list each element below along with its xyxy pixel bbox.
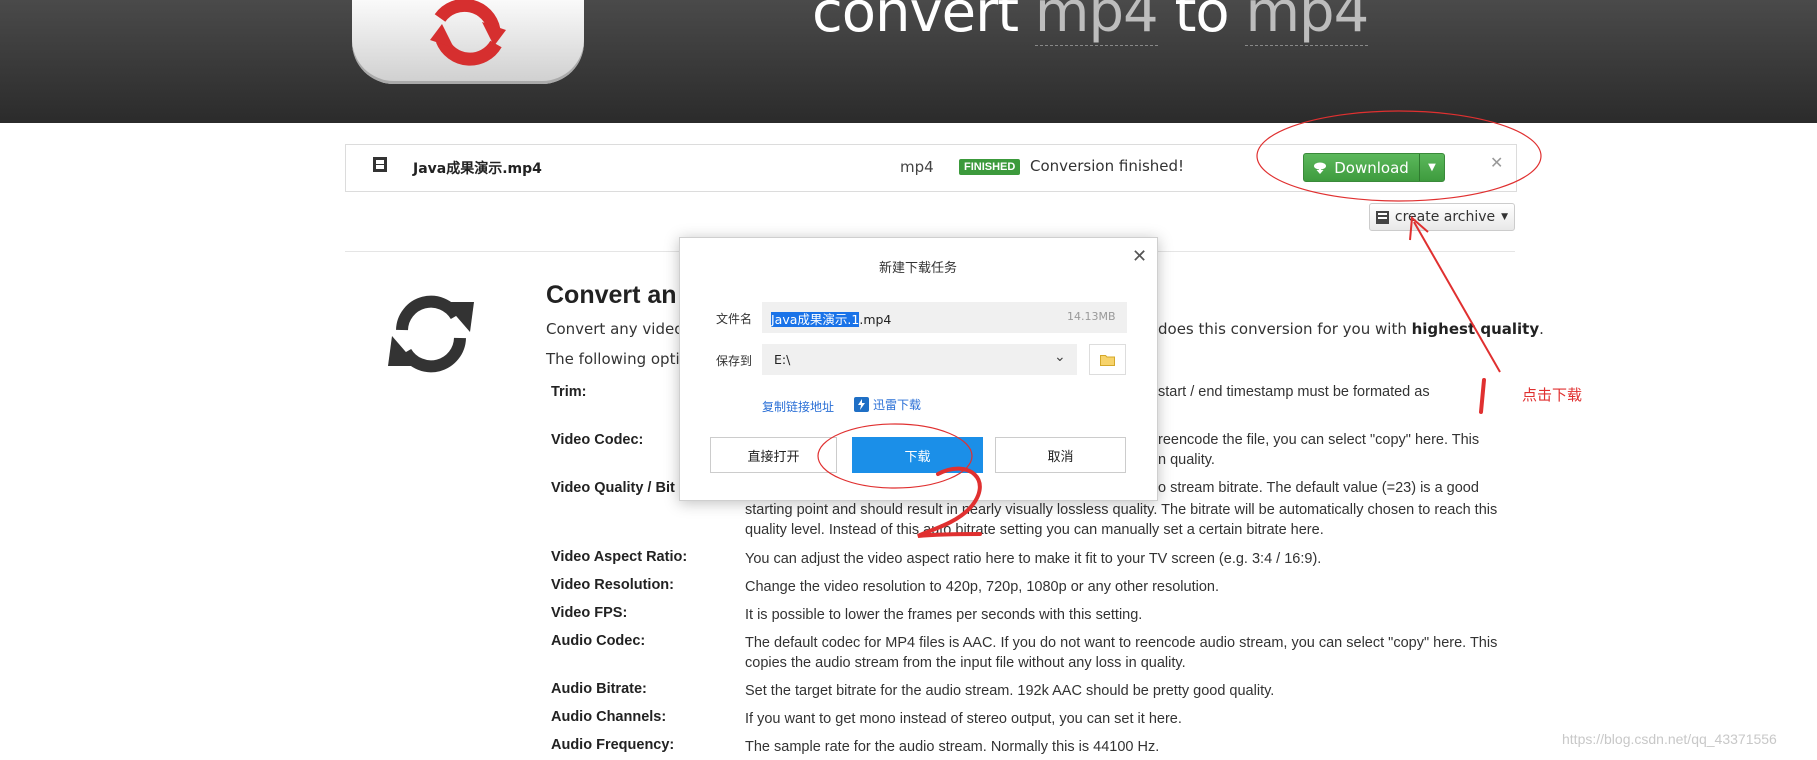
option-label-video-codec: Video Codec:: [551, 432, 644, 448]
content-title: Convert an: [546, 281, 677, 309]
intro-text-left: Convert any video (: [546, 320, 695, 338]
option-desc-aspect-ratio: You can adjust the video aspect ratio he…: [745, 551, 1322, 567]
option-label-audio-frequency: Audio Frequency:: [551, 737, 675, 753]
download-button[interactable]: Download ▼: [1303, 153, 1445, 182]
option-label-audio-codec: Audio Codec:: [551, 633, 646, 649]
option-label-resolution: Video Resolution:: [551, 577, 674, 593]
hero-to-format[interactable]: mp4: [1245, 0, 1369, 46]
logo-sync-icon: [430, 0, 506, 66]
thunder-download-link[interactable]: 迅雷下载: [854, 396, 921, 413]
option-label-audio-bitrate: Audio Bitrate:: [551, 681, 647, 697]
dialog-close-icon[interactable]: ✕: [1132, 246, 1147, 267]
file-name-value[interactable]: Java成果演示.1.mp4: [771, 309, 891, 328]
dialog-cancel-button[interactable]: 取消: [995, 437, 1126, 473]
download-label: Download: [1334, 158, 1409, 177]
intro-text-right: does this conversion for you with highes…: [1158, 320, 1544, 338]
download-main[interactable]: Download: [1304, 154, 1420, 181]
option-desc-video-codec-a: reencode the file, you can select "copy"…: [1158, 432, 1480, 448]
film-icon: [373, 157, 387, 172]
create-archive-button[interactable]: create archive ▼: [1369, 203, 1515, 231]
option-desc-audio-bitrate: Set the target bitrate for the audio str…: [745, 683, 1275, 699]
download-caret-icon[interactable]: ▼: [1420, 162, 1444, 173]
option-desc-video-codec-b: n quality.: [1158, 452, 1215, 468]
option-label-video-quality: Video Quality / Bit: [551, 480, 675, 496]
archive-label: create archive: [1394, 209, 1496, 225]
folder-icon: [1100, 354, 1115, 366]
option-label-trim: Trim:: [551, 384, 587, 400]
annotation-arrow-line: [1413, 221, 1501, 373]
file-size: 14.13MB: [1067, 310, 1116, 323]
option-desc-resolution: Change the video resolution to 420p, 720…: [745, 579, 1220, 595]
status-text: Conversion finished!: [1030, 157, 1185, 175]
watermark: https://blog.csdn.net/qq_43371556: [1562, 731, 1777, 747]
sync-icon: [388, 295, 474, 373]
option-label-aspect-ratio: Video Aspect Ratio:: [551, 549, 688, 565]
close-icon[interactable]: ✕: [1490, 153, 1503, 172]
options-intro: The following optio: [546, 350, 689, 368]
chevron-down-icon: ▼: [1501, 212, 1509, 222]
annotation-number-one: [1479, 378, 1486, 414]
option-desc-audio-channels: If you want to get mono instead of stere…: [745, 711, 1182, 727]
save-location-select[interactable]: [762, 344, 1077, 375]
copy-link-button[interactable]: 复制链接地址: [762, 398, 834, 415]
hero-from-format[interactable]: mp4: [1034, 0, 1159, 46]
file-name: Java成果演示.mp4: [413, 161, 542, 177]
option-label-audio-channels: Audio Channels:: [551, 709, 667, 725]
annotation-text: 点击下载: [1522, 386, 1583, 404]
dialog-download-button[interactable]: 下载: [852, 437, 983, 473]
save-location-label: 保存到: [716, 354, 753, 368]
chevron-down-icon[interactable]: ⌄: [1054, 349, 1066, 365]
archive-icon: [1375, 210, 1389, 224]
option-label-fps: Video FPS:: [551, 605, 628, 621]
dialog-title: 新建下载任务: [879, 261, 958, 276]
status-badge: FINISHED: [959, 159, 1021, 175]
option-desc-video-quality-a: o stream bitrate. The default value (=23…: [1158, 480, 1479, 496]
option-desc-trim: start / end timestamp must be formated a…: [1158, 384, 1430, 400]
option-desc-video-quality-b: starting point and should result in near…: [745, 502, 1498, 538]
file-name-label: 文件名: [716, 312, 753, 326]
file-format: mp4: [900, 158, 934, 176]
thunder-icon: [854, 397, 869, 412]
browse-folder-button[interactable]: [1089, 344, 1126, 375]
option-desc-fps: It is possible to lower the frames per s…: [745, 607, 1143, 623]
option-desc-audio-frequency: The sample rate for the audio stream. No…: [745, 739, 1160, 755]
save-location-value: E:\: [774, 352, 791, 367]
open-directly-button[interactable]: 直接打开: [710, 437, 837, 473]
hero-title: convert mp4 to mp4: [812, 0, 1369, 46]
cloud-download-icon: [1314, 162, 1327, 174]
option-desc-audio-codec: The default codec for MP4 files is AAC. …: [745, 635, 1498, 671]
